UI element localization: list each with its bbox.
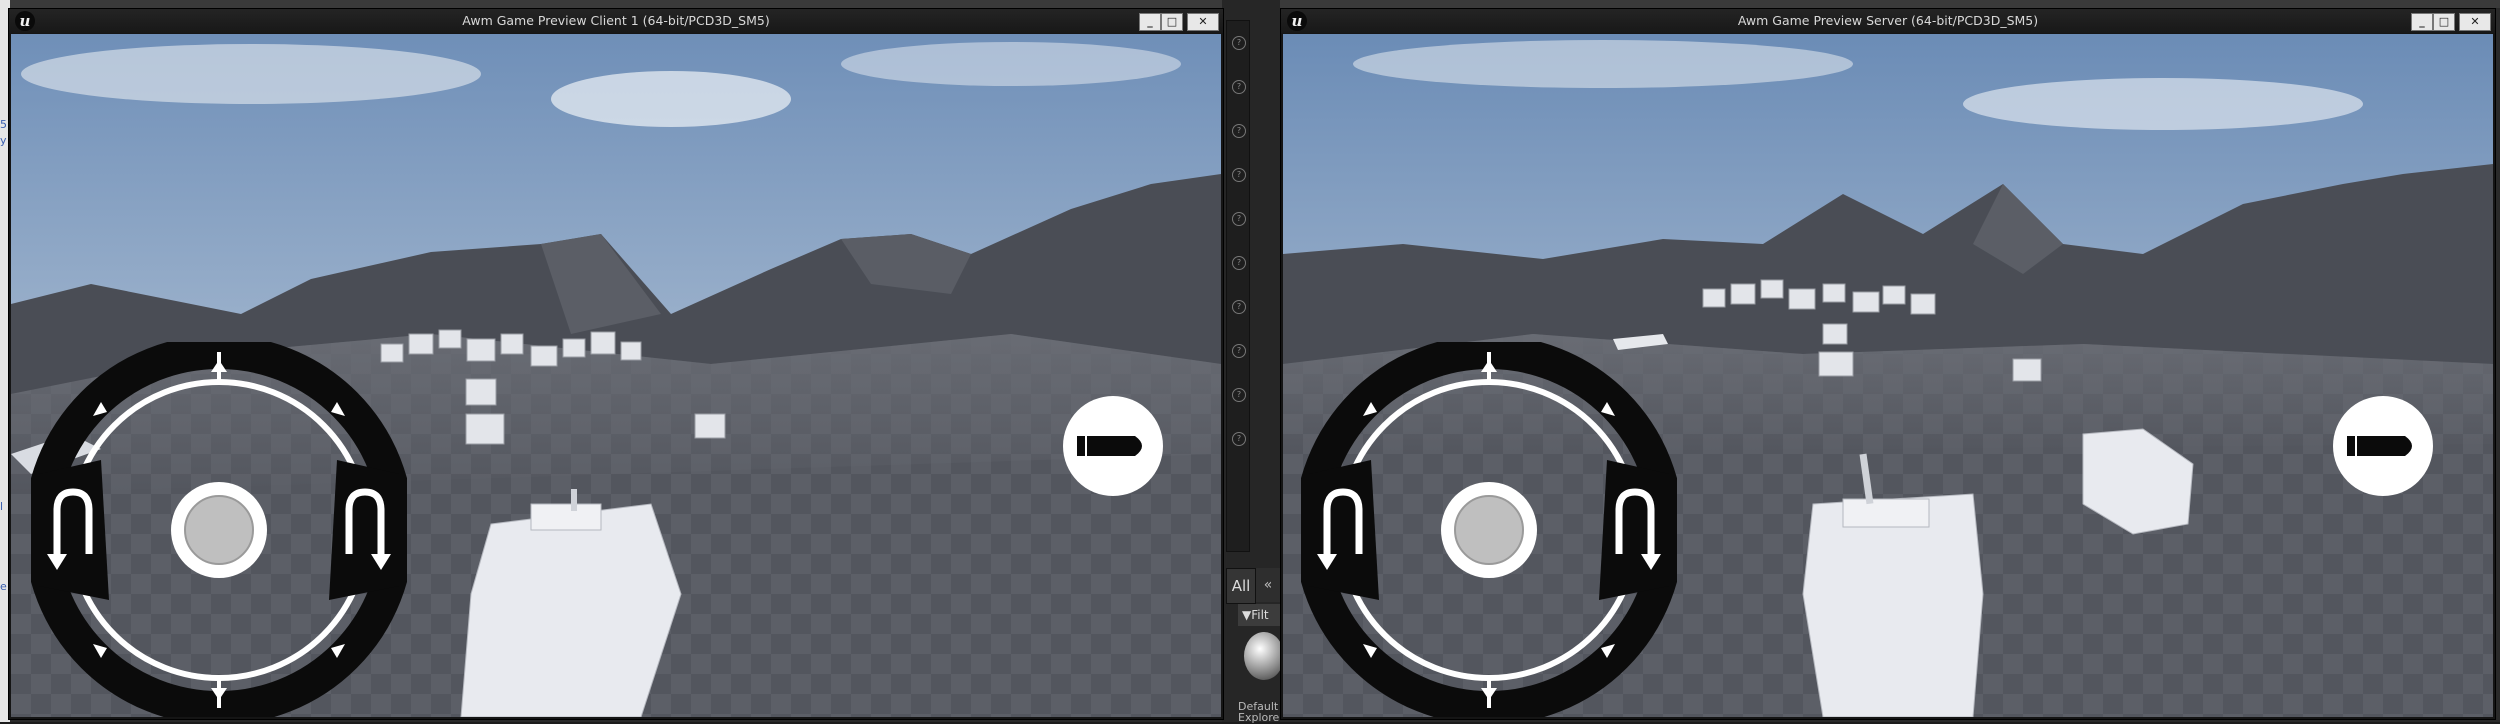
editor-vertical-toolbar: [1226, 20, 1250, 552]
margin-text: y: [0, 134, 7, 147]
movement-joystick[interactable]: [31, 342, 407, 717]
movement-joystick[interactable]: [1301, 342, 1677, 717]
help-icon[interactable]: ?: [1232, 168, 1246, 182]
turn-left-pad[interactable]: [1309, 460, 1379, 600]
minimize-button[interactable]: _: [1139, 13, 1161, 31]
margin-text: e: [0, 580, 7, 593]
player-tank-turret: [1842, 498, 1930, 528]
filters-button[interactable]: ▼Filt: [1238, 604, 1286, 626]
help-icon[interactable]: ?: [1232, 344, 1246, 358]
help-icon[interactable]: ?: [1232, 432, 1246, 446]
player-tank: [460, 503, 682, 717]
close-button[interactable]: ✕: [1187, 13, 1219, 31]
default-material-thumbnail[interactable]: [1244, 632, 1284, 680]
help-icon[interactable]: ?: [1232, 80, 1246, 94]
content-tab-back[interactable]: «: [1256, 568, 1280, 602]
explorer-label: Explore: [1238, 711, 1280, 724]
fire-button[interactable]: [1061, 394, 1165, 498]
player-tank-barrel: [571, 489, 577, 511]
maximize-button[interactable]: □: [1161, 13, 1183, 31]
cloud: [1963, 78, 2363, 130]
margin-text: l: [0, 500, 4, 513]
cloud: [1353, 40, 1853, 88]
joystick-thumb[interactable]: [184, 495, 254, 565]
cloud: [841, 42, 1181, 86]
client-preview-window[interactable]: u Awm Game Preview Client 1 (64-bit/PCD3…: [8, 8, 1224, 720]
server-game-viewport[interactable]: [1283, 34, 2493, 717]
filters-label: Filt: [1251, 608, 1269, 622]
turn-right-pad[interactable]: [329, 460, 399, 600]
help-icon[interactable]: ?: [1232, 300, 1246, 314]
client-window-title: Awm Game Preview Client 1 (64-bit/PCD3D_…: [462, 13, 770, 28]
cloud: [21, 44, 481, 104]
fire-button[interactable]: [2331, 394, 2435, 498]
server-window-title: Awm Game Preview Server (64-bit/PCD3D_SM…: [1737, 13, 2039, 28]
margin-text: 5: [0, 118, 7, 131]
content-tab-all[interactable]: All: [1226, 568, 1256, 604]
help-icon[interactable]: ?: [1232, 212, 1246, 226]
help-icon[interactable]: ?: [1232, 256, 1246, 270]
help-icon[interactable]: ?: [1232, 124, 1246, 138]
client-title-bar[interactable]: u Awm Game Preview Client 1 (64-bit/PCD3…: [9, 9, 1223, 33]
server-preview-window[interactable]: u Awm Game Preview Server (64-bit/PCD3D_…: [1280, 8, 2496, 720]
client-game-viewport[interactable]: [11, 34, 1221, 717]
cloud: [551, 71, 791, 127]
player-tank-turret: [530, 503, 602, 531]
filter-icon: ▼: [1242, 608, 1252, 622]
close-button[interactable]: ✕: [2459, 13, 2491, 31]
help-icon[interactable]: ?: [1232, 36, 1246, 50]
turn-right-pad[interactable]: [1599, 460, 1669, 600]
server-title-bar[interactable]: u Awm Game Preview Server (64-bit/PCD3D_…: [1281, 9, 2495, 33]
turn-left-pad[interactable]: [39, 460, 109, 600]
joystick-thumb[interactable]: [1454, 495, 1524, 565]
maximize-button[interactable]: □: [2433, 13, 2455, 31]
help-icon[interactable]: ?: [1232, 388, 1246, 402]
minimize-button[interactable]: _: [2411, 13, 2433, 31]
